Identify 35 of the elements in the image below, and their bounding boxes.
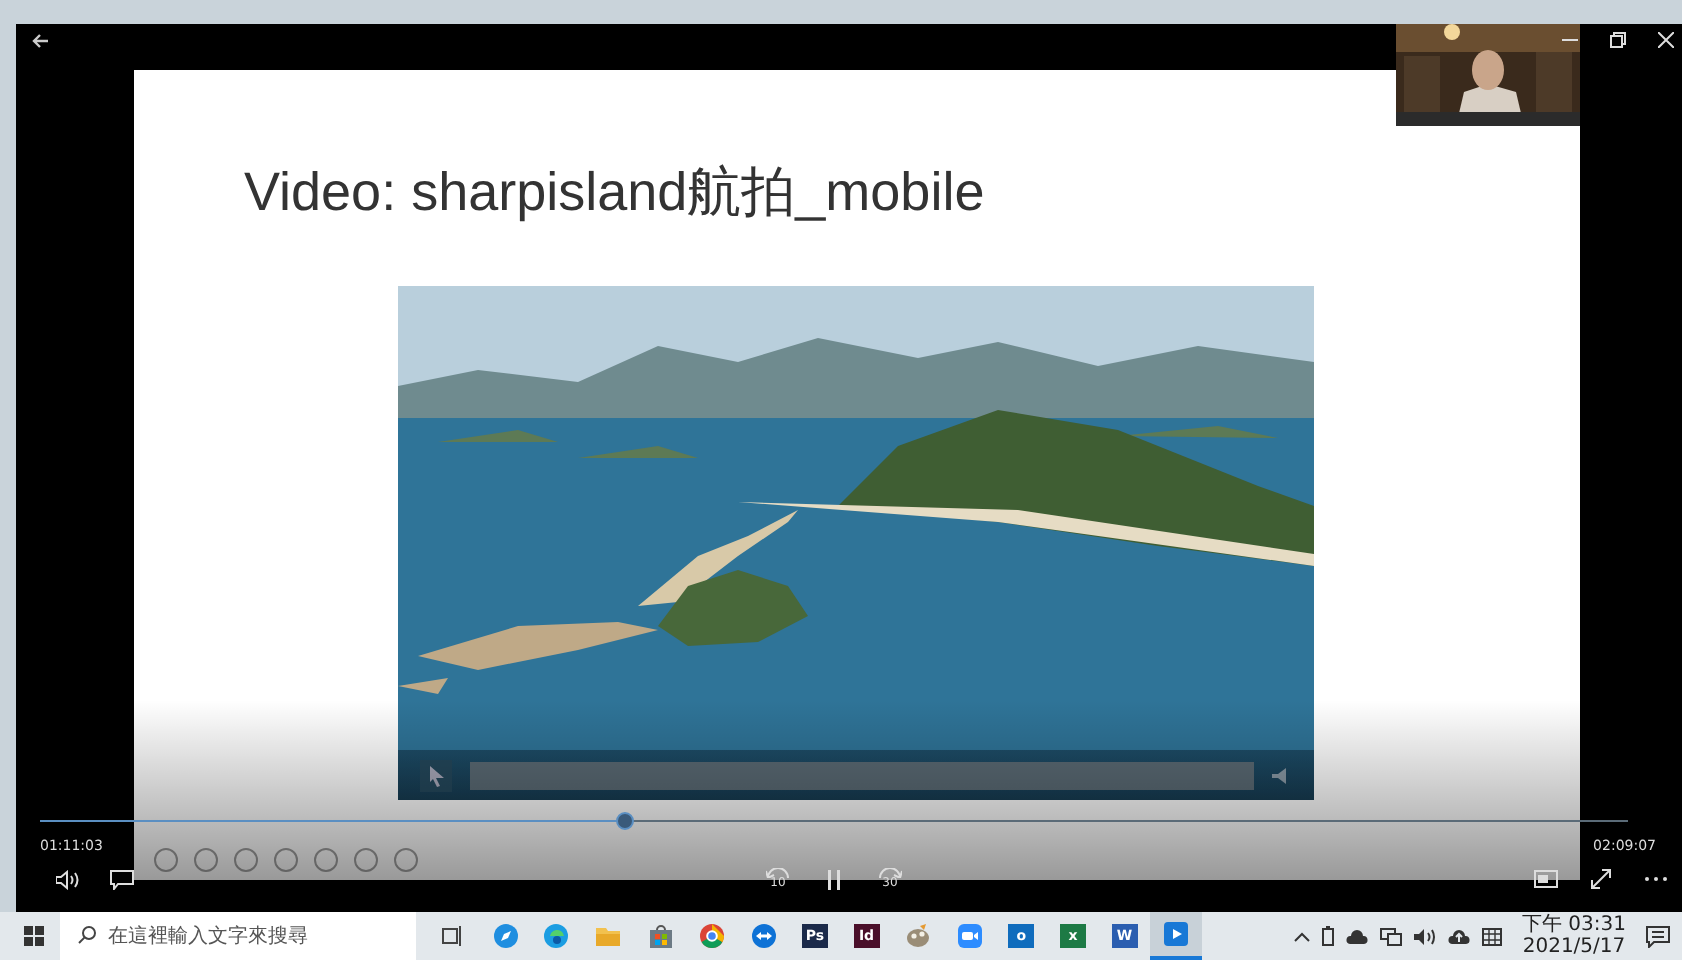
mini-view-icon[interactable] [1534,870,1558,888]
start-icon[interactable] [24,926,44,946]
search-field[interactable]: 在這裡輸入文字來搜尋 [60,912,416,960]
captions-icon[interactable] [110,869,134,889]
browser-icon[interactable] [699,924,724,948]
compass-icon[interactable] [493,924,518,948]
restore-icon[interactable] [1610,32,1626,48]
slide-title: Video: sharpisland航拍_mobile [244,160,985,224]
browser-icon[interactable] [544,924,569,948]
clock-time[interactable]: 下午 03:31 [1522,914,1626,936]
back-arrow-icon[interactable] [32,34,48,48]
more-icon[interactable] [1644,876,1668,882]
chevron-up-icon[interactable] [1294,931,1310,941]
video-player-icon[interactable] [1164,922,1189,946]
video-camera-icon[interactable] [957,924,982,948]
cloud-icon[interactable] [1346,929,1368,943]
seek-track[interactable] [470,761,1254,789]
clock-date[interactable]: 2021/5/17 [1522,936,1626,958]
pause-icon[interactable] [826,869,842,889]
close-icon[interactable] [1658,32,1674,48]
keyboard-icon[interactable] [1482,927,1502,945]
volume-icon[interactable] [56,869,80,889]
notification-icon[interactable] [1646,925,1670,947]
paint-icon[interactable] [906,924,931,948]
progress-track[interactable] [40,812,1628,830]
battery-icon[interactable] [1322,926,1334,946]
task-view-icon[interactable] [442,926,465,946]
fullscreen-icon[interactable] [1590,868,1612,890]
shopping-bag-icon[interactable] [649,924,672,948]
search-icon [78,926,96,944]
cloud-upload-icon[interactable] [1448,928,1470,944]
speaker-icon[interactable] [1414,927,1436,945]
remote-icon[interactable] [751,924,776,948]
cursor-icon[interactable] [420,759,452,791]
network-icon[interactable] [1380,927,1402,945]
